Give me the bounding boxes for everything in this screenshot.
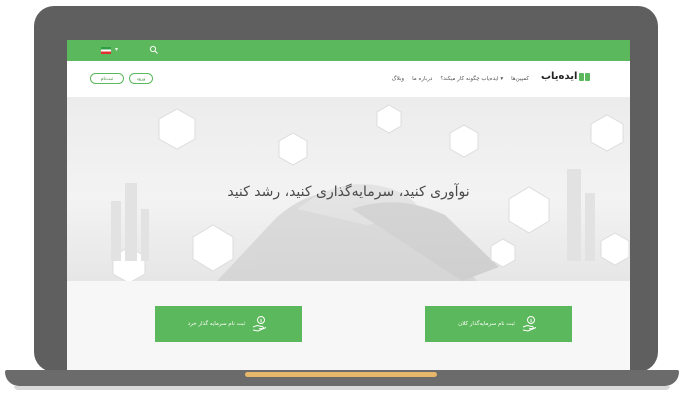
language-caret[interactable]: ▾ [115,45,118,55]
laptop-shadow [14,386,670,390]
hero-title: نوآوری کنید، سرمایه‌گذاری کنید، رشد کنید [227,184,470,200]
large-investor-register-button[interactable]: ثبت نام سرمایه‌گذار کلان $ [425,306,572,342]
login-button[interactable]: ورود [129,73,153,84]
money-hand-icon: $ [253,316,267,332]
svg-text:$: $ [260,318,263,324]
money-hand-icon: $ [522,316,537,332]
large-investor-register-label: ثبت نام سرمایه‌گذار کلان [458,321,515,327]
iran-flag-icon[interactable] [101,47,111,54]
register-button[interactable]: ثبت‌نام [90,73,124,84]
search-icon[interactable] [149,45,159,55]
small-investor-register-button[interactable]: ثبت نام سرمایه گذار خرد $ [155,306,302,342]
website-screen: ▾ ثبت‌نام ورود کمپین‌ها ایده‌یاب چگونه ک… [67,40,630,372]
small-investor-register-label: ثبت نام سرمایه گذار خرد [187,321,246,327]
logo-text: ایده‌یاب [541,71,578,82]
menu-item-blog[interactable]: وبلاگ [392,74,404,84]
action-section: ثبت نام سرمایه گذار خرد $ ثبت نام سرمایه… [67,281,630,372]
svg-text:$: $ [529,318,532,324]
site-logo[interactable]: ایده‌یاب [541,70,591,84]
logo-mark-icon [579,73,591,81]
main-menu: کمپین‌ها ایده‌یاب چگونه کار میکند؟ ▾ درب… [317,74,529,84]
menu-item-campaigns[interactable]: کمپین‌ها [511,74,529,84]
menu-item-how-it-works[interactable]: ایده‌یاب چگونه کار میکند؟ ▾ [440,74,503,84]
hero-banner: نوآوری کنید، سرمایه‌گذاری کنید، رشد کنید [67,97,630,281]
laptop-hinge [245,372,437,377]
top-bar: ▾ [67,40,630,61]
navigation-bar: ثبت‌نام ورود کمپین‌ها ایده‌یاب چگونه کار… [67,61,630,97]
menu-item-about-us[interactable]: درباره ما [412,74,432,84]
